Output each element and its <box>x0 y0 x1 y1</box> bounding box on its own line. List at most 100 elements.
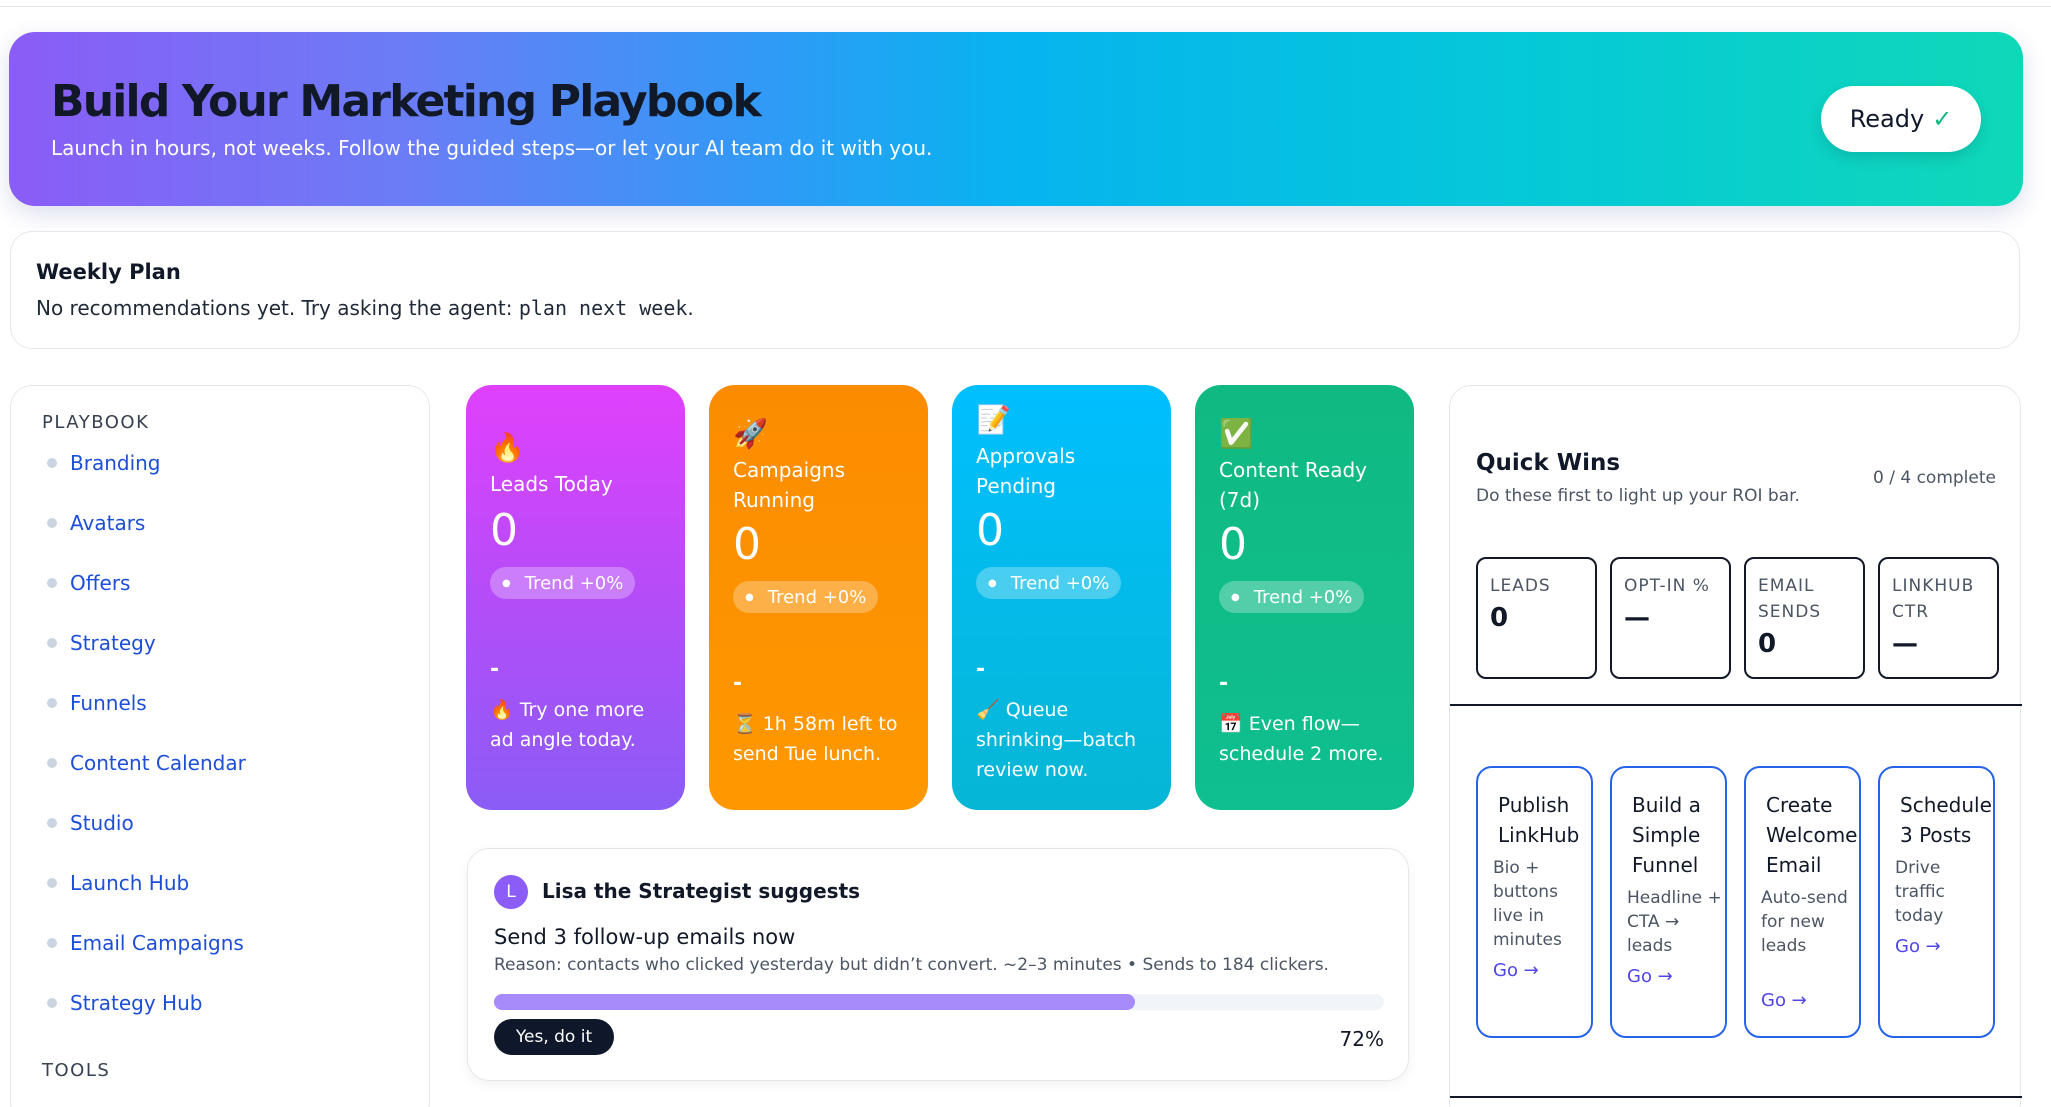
stat-tip-text: Try one more ad angle today. <box>490 699 645 751</box>
rocket-icon: 🚀 <box>733 417 768 450</box>
sidebar-item-label: Avatars <box>70 511 146 535</box>
ready-label: Ready <box>1849 105 1925 133</box>
stat-card-leads-today[interactable]: 🔥 Leads Today 0 ● Trend +0% - 🔥 Try one m… <box>466 385 685 810</box>
weekly-plan-text: No recommendations yet. Try asking the a… <box>36 296 694 320</box>
sidebar-item-strategy[interactable]: Strategy <box>47 631 156 655</box>
sidebar-section-tools: TOOLS <box>42 1060 111 1081</box>
stat-tip-text: Even flow—schedule 2 more. <box>1219 713 1384 765</box>
weekly-plan-message: No recommendations yet. Try asking the a… <box>36 296 519 320</box>
calendar-icon: 📅 <box>1219 713 1243 735</box>
stat-title: Leads Today <box>490 472 613 496</box>
broom-icon: 🧹 <box>976 699 1000 721</box>
stat-card-campaigns-running[interactable]: 🚀 Campaigns Running 0 ● Trend +0% - ⏳ 1h … <box>709 385 928 810</box>
section-divider <box>1450 1096 2022 1098</box>
go-link[interactable]: Go → <box>1627 966 1673 987</box>
weekly-plan-command: plan next week <box>518 296 688 320</box>
check-icon: ✅ <box>1219 417 1254 450</box>
stat-card-approvals-pending[interactable]: 📝 Approvals Pending 0 ● Trend +0% - 🧹 Que… <box>952 385 1171 810</box>
bullet-icon <box>47 758 57 768</box>
stat-value: 0 <box>733 519 761 570</box>
quick-win-welcome-email[interactable]: Create Welcome Email Auto-send for new l… <box>1744 766 1861 1038</box>
suggestion-headline: Send 3 follow-up emails now <box>494 925 796 949</box>
sidebar-item-label: Email Campaigns <box>70 931 244 955</box>
stat-value: 0 <box>1219 519 1247 570</box>
sidebar-item-strategy-hub[interactable]: Strategy Hub <box>47 991 202 1015</box>
metric-label: LINKHUB CTR <box>1892 576 1975 622</box>
sidebar-item-email-campaigns[interactable]: Email Campaigns <box>47 931 244 955</box>
sidebar-item-avatars[interactable]: Avatars <box>47 511 145 535</box>
stat-tip: ⏳ 1h 58m left to send Tue lunch. <box>733 709 915 769</box>
stat-dash: - <box>733 671 743 696</box>
sidebar-item-funnels[interactable]: Funnels <box>47 691 147 715</box>
bullet-icon <box>47 638 57 648</box>
quick-win-desc: Headline + CTA → leads <box>1627 888 1722 956</box>
page-title: Build Your Marketing Playbook <box>51 76 762 127</box>
stat-tip: 📅 Even flow—schedule 2 more. <box>1219 709 1401 769</box>
stat-tip-text: Queue shrinking—batch review now. <box>976 699 1137 781</box>
playbook-sidebar: PLAYBOOK Branding Avatars Offers Strateg… <box>10 385 430 1107</box>
stat-tip-text: 1h 58m left to send Tue lunch. <box>733 713 898 765</box>
fire-icon: 🔥 <box>490 699 514 721</box>
metric-email-sends: EMAIL SENDS 0 <box>1744 557 1865 679</box>
trend-label: Trend +0% <box>524 572 624 594</box>
metric-label: OPT-IN % <box>1624 576 1710 596</box>
trend-badge: ● Trend +0% <box>976 567 1122 599</box>
progress-bar <box>494 994 1384 1010</box>
ready-button[interactable]: Ready ✓ <box>1821 86 1981 152</box>
metric-value: — <box>1892 629 1918 659</box>
trend-label: Trend +0% <box>1253 586 1353 608</box>
quick-win-build-funnel[interactable]: Build a Simple Funnel Headline + CTA → l… <box>1610 766 1727 1038</box>
trend-badge: ● Trend +0% <box>1219 581 1365 613</box>
yes-do-it-button[interactable]: Yes, do it <box>494 1019 614 1055</box>
sidebar-item-offers[interactable]: Offers <box>47 571 130 595</box>
sidebar-item-branding[interactable]: Branding <box>47 451 161 475</box>
quick-win-title: Create Welcome Email <box>1766 793 1858 877</box>
quick-win-desc: Bio + buttons live in minutes <box>1493 858 1562 950</box>
metric-value: — <box>1624 603 1650 633</box>
stat-dash: - <box>490 657 500 682</box>
weekly-plan-title: Weekly Plan <box>36 260 181 284</box>
metric-label: EMAIL SENDS <box>1758 576 1822 622</box>
stat-title: Content Ready (7d) <box>1219 458 1367 512</box>
go-link[interactable]: Go → <box>1761 990 1807 1011</box>
bullet-icon <box>47 938 57 948</box>
bullet-icon <box>47 818 57 828</box>
quick-win-title: Build a Simple Funnel <box>1632 793 1701 877</box>
metric-leads: LEADS 0 <box>1476 557 1597 679</box>
trend-badge: ● Trend +0% <box>490 567 636 599</box>
stat-value: 0 <box>976 505 1004 556</box>
metric-value: 0 <box>1758 629 1777 659</box>
quick-wins-title: Quick Wins <box>1476 450 1621 476</box>
sidebar-section-playbook: PLAYBOOK <box>42 412 150 433</box>
go-link[interactable]: Go → <box>1895 936 1941 957</box>
sidebar-item-label: Offers <box>70 571 131 595</box>
trend-label: Trend +0% <box>1010 572 1110 594</box>
weekly-plan-card: Weekly Plan No recommendations yet. Try … <box>10 231 2020 349</box>
stat-tip: 🔥 Try one more ad angle today. <box>490 695 672 755</box>
fire-icon: 🔥 <box>490 431 525 464</box>
bullet-icon <box>47 578 57 588</box>
go-link[interactable]: Go → <box>1493 960 1539 981</box>
memo-icon: 📝 <box>976 403 1011 436</box>
check-icon: ✓ <box>1932 105 1953 133</box>
sidebar-item-studio[interactable]: Studio <box>47 811 134 835</box>
stat-title: Campaigns Running <box>733 458 846 512</box>
suggestion-title: Lisa the Strategist suggests <box>542 879 861 903</box>
sidebar-item-content-calendar[interactable]: Content Calendar <box>47 751 246 775</box>
stat-dash: - <box>976 657 986 682</box>
quick-wins-count: 0 / 4 complete <box>1873 468 1996 488</box>
stat-card-content-ready[interactable]: ✅ Content Ready (7d) 0 ● Trend +0% - 📅 Ev… <box>1195 385 1414 810</box>
quick-win-publish-linkhub[interactable]: Publish LinkHub Bio + buttons live in mi… <box>1476 766 1593 1038</box>
metric-linkhub-ctr: LINKHUB CTR — <box>1878 557 1999 679</box>
progress-fill <box>494 994 1135 1010</box>
stat-tip: 🧹 Queue shrinking—batch review now. <box>976 695 1158 785</box>
hourglass-icon: ⏳ <box>733 713 757 735</box>
sidebar-item-label: Studio <box>70 811 134 835</box>
metric-value: 0 <box>1490 603 1509 633</box>
quick-win-schedule-posts[interactable]: Schedule 3 Posts Drive traffic today Go … <box>1878 766 1995 1038</box>
bullet-icon <box>47 878 57 888</box>
progress-percent: 72% <box>1339 1027 1384 1051</box>
suggestion-reason: Reason: contacts who clicked yesterday b… <box>494 955 1329 975</box>
sidebar-item-launch-hub[interactable]: Launch Hub <box>47 871 189 895</box>
top-divider <box>0 6 2051 7</box>
